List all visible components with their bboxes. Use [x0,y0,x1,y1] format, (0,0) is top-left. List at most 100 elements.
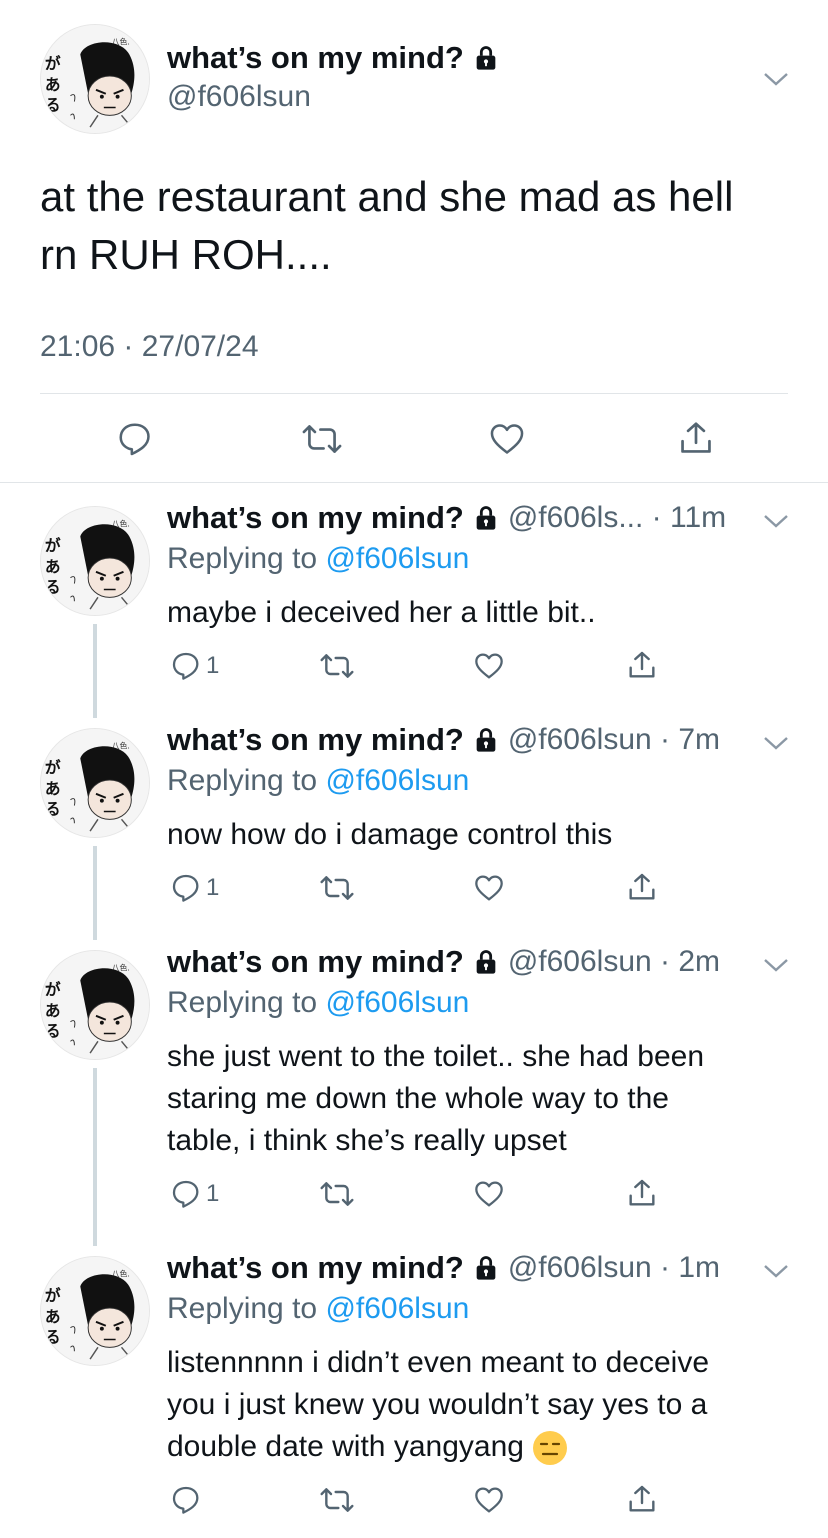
heart-icon [475,1487,503,1513]
chevron-down-icon[interactable] [762,1262,790,1280]
share-button[interactable] [626,870,658,904]
lock-icon [476,506,496,530]
handle-time[interactable]: @f606ls... · 11m [508,501,726,535]
retweet-icon [302,425,342,453]
reply-icon [119,423,150,456]
retweet-icon [320,1182,354,1206]
replying-to-link[interactable]: @f606lsun [325,542,469,575]
like-button[interactable] [473,872,505,904]
main-tweet: what’s on my mind? @f606lsun at the rest… [0,0,828,482]
handle-time[interactable]: @f606lsun · 2m [508,945,720,979]
retweet-button[interactable] [300,420,344,458]
author-name[interactable]: what’s on my mind? [167,722,464,758]
share-icon [681,422,711,453]
reply-text-line: listennnnn i didn’t even meant to deceiv… [167,1346,710,1379]
reply-tweet[interactable]: what’s on my mind? @f606lsun · 1m Replyi… [0,1232,828,1538]
reply-tweet[interactable]: what’s on my mind? @f606ls... · 11m Repl… [0,482,828,718]
retweet-icon [320,876,354,900]
author-name[interactable]: what’s on my mind? [167,500,464,536]
reply-text: maybe i deceived her a little bit.. [167,592,787,634]
reply-count: 1 [206,1180,220,1207]
reply-text-line: double date with yangyang [167,1430,524,1463]
reply-icon [172,1180,199,1208]
avatar[interactable] [40,950,150,1060]
reply-tweet[interactable]: what’s on my mind? @f606lsun · 7m Replyi… [0,704,828,940]
share-icon [629,1485,655,1512]
retweet-button[interactable] [318,650,356,682]
reply-text: now how do i damage control this [167,814,787,856]
reply-text-line: now how do i damage control this [167,818,613,851]
share-button[interactable] [626,648,658,682]
share-button[interactable] [626,1176,658,1210]
retweet-icon [320,654,354,678]
like-button[interactable] [488,420,526,458]
avatar[interactable] [40,506,150,616]
author-name[interactable]: what’s on my mind? [167,1250,464,1286]
lock-icon [476,1256,496,1280]
share-icon [629,873,655,900]
tweet-timestamp[interactable]: 21:06 · 27/07/24 [40,330,259,364]
replying-to: Replying to @f606lsun [167,542,469,576]
reply-header: what’s on my mind? @f606lsun · 7m [167,722,720,758]
lock-icon [476,728,496,752]
replying-to-link[interactable]: @f606lsun [325,764,469,797]
handle-time[interactable]: @f606lsun · 1m [508,1251,720,1285]
reply-button[interactable] [170,1484,206,1516]
heart-icon [490,424,524,454]
share-button[interactable] [677,418,715,458]
author-handle[interactable]: @f606lsun [167,80,311,114]
retweet-button[interactable] [318,1178,356,1210]
replying-to: Replying to @f606lsun [167,1292,469,1326]
like-button[interactable] [473,1484,505,1516]
share-icon [629,1179,655,1206]
reply-count: 1 [206,652,220,679]
reply-text: she just went to the toilet.. she had be… [167,1036,787,1162]
chevron-down-icon[interactable] [762,70,790,88]
chevron-down-icon[interactable] [762,734,790,752]
handle-time[interactable]: @f606lsun · 7m [508,723,720,757]
reply-button[interactable] [116,420,154,458]
replying-prefix: Replying to [167,542,326,575]
reply-header: what’s on my mind? @f606lsun · 2m [167,944,720,980]
retweet-icon [320,1488,354,1512]
heart-icon [475,875,503,901]
replying-to-link[interactable]: @f606lsun [325,1292,469,1325]
replying-to: Replying to @f606lsun [167,986,469,1020]
chevron-down-icon[interactable] [762,512,790,530]
author-name-row: what’s on my mind? [167,40,500,76]
chevron-down-icon[interactable] [762,956,790,974]
reply-text: listennnnn i didn’t even meant to deceiv… [167,1342,787,1468]
author-name[interactable]: what’s on my mind? [167,944,464,980]
like-button[interactable] [473,650,505,682]
avatar[interactable] [40,1256,150,1366]
heart-icon [475,1181,503,1207]
replying-to-link[interactable]: @f606lsun [325,986,469,1019]
reply-icon [172,652,199,680]
reply-button[interactable]: 1 [170,650,219,682]
share-button[interactable] [626,1482,658,1516]
author-name[interactable]: what’s on my mind? [167,40,464,76]
lock-icon [476,950,496,974]
avatar[interactable] [40,24,150,134]
reply-count: 1 [206,874,220,901]
reply-button[interactable]: 1 [170,872,219,904]
reply-button[interactable]: 1 [170,1178,219,1210]
tweet-text-line: rn RUH ROH.... [40,231,332,278]
reply-header: what’s on my mind? @f606ls... · 11m [167,500,726,536]
lock-icon [476,46,496,70]
reply-text-line: staring me down the whole way to the [167,1082,669,1115]
reply-tweet[interactable]: what’s on my mind? @f606lsun · 2m Replyi… [0,926,828,1246]
share-icon [629,651,655,678]
reply-header: what’s on my mind? @f606lsun · 1m [167,1250,720,1286]
reply-text-line: table, i think she’s really upset [167,1124,567,1157]
avatar[interactable] [40,728,150,838]
reply-text-line: maybe i deceived her a little bit.. [167,596,596,629]
retweet-button[interactable] [318,1484,356,1516]
retweet-button[interactable] [318,872,356,904]
divider [40,393,788,394]
replying-prefix: Replying to [167,764,326,797]
tweet-text: at the restaurant and she mad as hell rn… [40,168,800,284]
replying-prefix: Replying to [167,1292,326,1325]
replying-prefix: Replying to [167,986,326,1019]
like-button[interactable] [473,1178,505,1210]
